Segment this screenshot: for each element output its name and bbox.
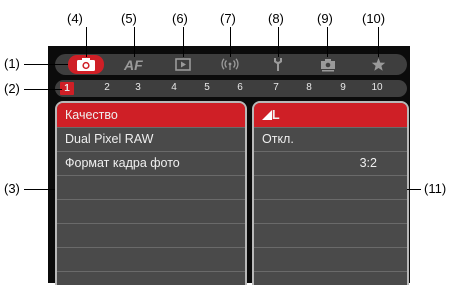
setting-empty — [254, 175, 407, 200]
setting-value-row[interactable]: 3:2 — [254, 151, 407, 176]
setting-empty — [254, 223, 407, 248]
page-7[interactable]: 7 — [269, 82, 283, 93]
leader-line-6 — [183, 27, 184, 57]
setting-value-selected[interactable]: L — [254, 103, 407, 128]
callout-3: (3) — [4, 181, 20, 196]
leader-line-8 — [278, 27, 279, 57]
setting-value: Откл. — [262, 132, 294, 146]
menu-item[interactable]: Формат кадра фото — [57, 151, 245, 176]
wireless-icon[interactable] — [221, 58, 239, 71]
callout-8: (8) — [268, 11, 284, 26]
setting-empty — [254, 199, 407, 224]
play-icon[interactable] — [175, 58, 191, 71]
menu-item-empty — [57, 199, 245, 224]
page-8[interactable]: 8 — [302, 82, 316, 93]
menu-item-selected[interactable]: Качество — [57, 103, 245, 128]
settings-panel: L Откл. 3:2 — [252, 101, 409, 285]
page-9[interactable]: 9 — [336, 82, 350, 93]
callout-2: (2) — [4, 81, 20, 96]
callout-10: (10) — [362, 11, 386, 26]
menu-item-empty — [57, 175, 245, 200]
leader-line-4 — [86, 27, 87, 57]
camera-icon[interactable] — [76, 57, 96, 72]
leader-line-9 — [327, 27, 328, 57]
callout-7: (7) — [220, 11, 236, 26]
menu-item-label: Формат кадра фото — [65, 156, 180, 170]
page-4[interactable]: 4 — [167, 82, 181, 93]
star-icon[interactable] — [371, 57, 386, 72]
setting-value-row[interactable]: Откл. — [254, 127, 407, 152]
menu-item-label: Качество — [65, 108, 118, 122]
menu-items-panel: Качество Dual Pixel RAW Формат кадра фот… — [55, 101, 247, 285]
page-10[interactable]: 10 — [368, 82, 386, 93]
callout-1: (1) — [4, 56, 20, 71]
page-1[interactable]: 1 — [60, 82, 74, 95]
wrench-icon[interactable] — [272, 57, 284, 72]
page-6[interactable]: 6 — [233, 82, 247, 93]
leader-line-11 — [407, 189, 421, 190]
leader-line-3 — [24, 189, 55, 190]
callout-6: (6) — [172, 11, 188, 26]
menu-item-label: Dual Pixel RAW — [65, 132, 154, 146]
page-5[interactable]: 5 — [200, 82, 214, 93]
callout-11: (11) — [424, 181, 447, 196]
menu-item[interactable]: Dual Pixel RAW — [57, 127, 245, 152]
callout-4: (4) — [67, 11, 83, 26]
callout-9: (9) — [317, 11, 333, 26]
leader-line-5 — [134, 27, 135, 57]
leader-line-10 — [378, 27, 379, 57]
menu-item-empty — [57, 223, 245, 248]
camera-custom-icon[interactable] — [319, 57, 337, 72]
leader-line-1 — [24, 64, 68, 65]
page-3[interactable]: 3 — [131, 82, 145, 93]
setting-value: L — [272, 108, 280, 122]
setting-empty — [254, 247, 407, 272]
page-2[interactable]: 2 — [100, 82, 114, 93]
quality-fine-icon — [262, 110, 272, 120]
leader-line-2 — [24, 89, 62, 90]
menu-item-empty — [57, 247, 245, 272]
callout-5: (5) — [121, 11, 137, 26]
setting-value: 3:2 — [359, 156, 377, 170]
tab-af[interactable]: AF — [124, 57, 143, 73]
leader-line-7 — [230, 27, 231, 57]
